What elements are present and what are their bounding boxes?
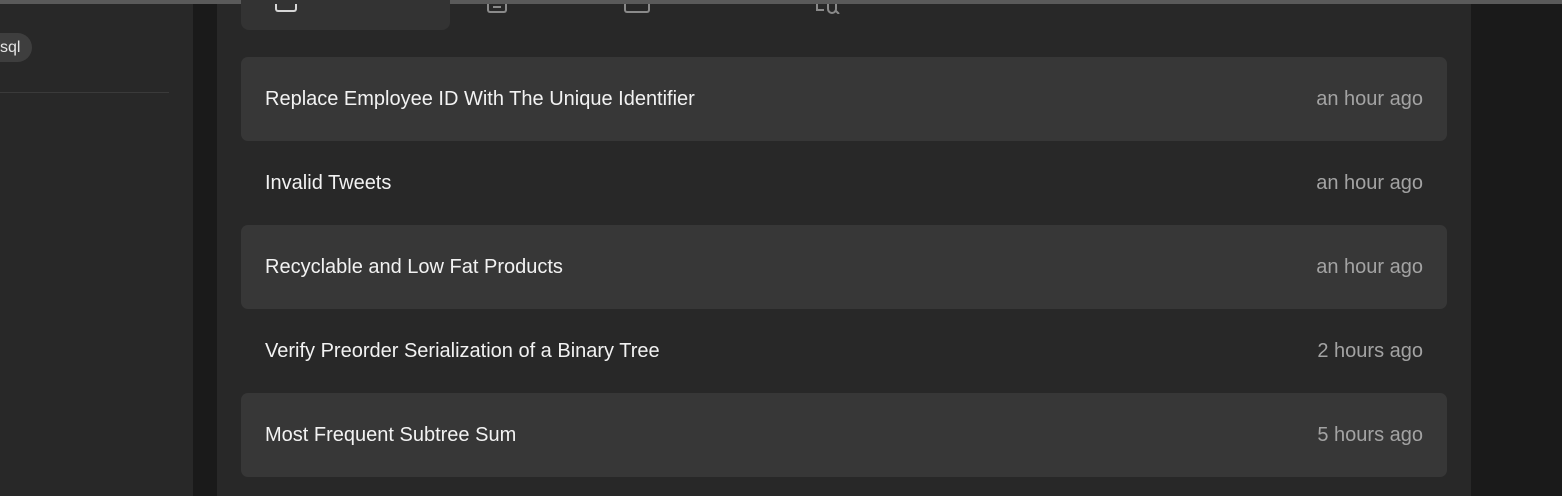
- submission-list: Replace Employee ID With The Unique Iden…: [241, 57, 1447, 477]
- submission-title[interactable]: Replace Employee ID With The Unique Iden…: [265, 88, 695, 111]
- submission-time: an hour ago: [1316, 255, 1423, 278]
- list-item[interactable]: Most Frequent Subtree Sum 5 hours ago: [241, 393, 1447, 477]
- tab-recent-ac[interactable]: [241, 0, 450, 30]
- left-sidebar: sql: [0, 4, 193, 496]
- code-box-icon[interactable]: [624, 4, 650, 13]
- submission-title[interactable]: Recyclable and Low Fat Products: [265, 256, 563, 279]
- list-item[interactable]: Recyclable and Low Fat Products an hour …: [241, 225, 1447, 309]
- list-item[interactable]: Invalid Tweets an hour ago: [241, 141, 1447, 225]
- list-item[interactable]: Replace Employee ID With The Unique Iden…: [241, 57, 1447, 141]
- submission-time: 5 hours ago: [1317, 423, 1423, 446]
- submission-title[interactable]: Most Frequent Subtree Sum: [265, 424, 516, 447]
- gutter-right: [1471, 4, 1562, 496]
- submission-time: 2 hours ago: [1317, 339, 1423, 362]
- search-icon[interactable]: [815, 4, 849, 14]
- sidebar-divider: [0, 92, 169, 93]
- recent-submissions-card: Replace Employee ID With The Unique Iden…: [217, 0, 1471, 496]
- submission-time: an hour ago: [1316, 171, 1423, 194]
- submission-title[interactable]: Invalid Tweets: [265, 172, 391, 195]
- submission-title[interactable]: Verify Preorder Serialization of a Binar…: [265, 340, 660, 363]
- list-icon[interactable]: [275, 4, 297, 12]
- tag-chip-sql[interactable]: sql: [0, 33, 32, 62]
- submission-time: an hour ago: [1316, 87, 1423, 110]
- gutter-left: [193, 4, 217, 496]
- note-icon[interactable]: [487, 4, 507, 13]
- list-item[interactable]: Verify Preorder Serialization of a Binar…: [241, 309, 1447, 393]
